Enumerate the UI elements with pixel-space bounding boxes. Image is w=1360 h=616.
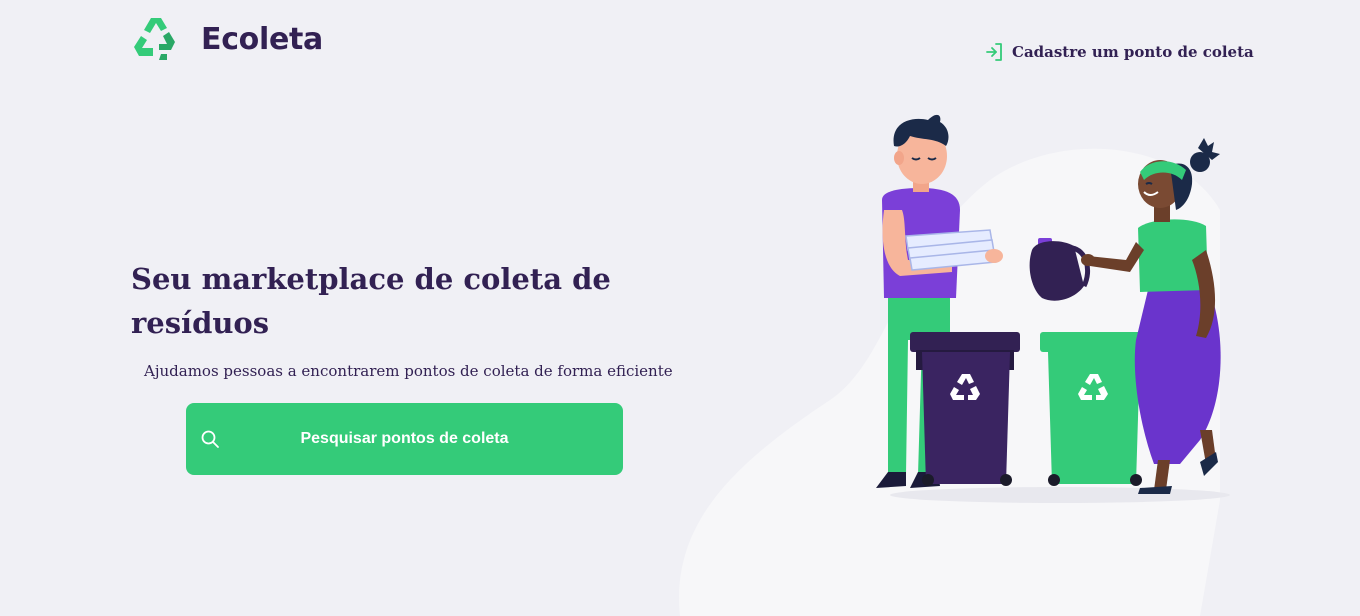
search-points-button[interactable]: Pesquisar pontos de coleta [186, 403, 623, 475]
log-in-icon [986, 43, 1002, 61]
brand-name: Ecoleta [201, 21, 324, 57]
floor-shadow [890, 487, 1230, 503]
green-bin [1040, 332, 1148, 486]
register-link-label: Cadastre um ponto de coleta [1012, 43, 1254, 61]
hero-title: Seu marketplace de coleta de resíduos [131, 262, 611, 340]
recycling-illustration [679, 114, 1230, 616]
register-point-link[interactable]: Cadastre um ponto de coleta [984, 42, 1254, 62]
paper-stack [905, 229, 997, 271]
search-button-label: Pesquisar pontos de coleta [300, 430, 509, 447]
purple-bin [910, 332, 1020, 486]
recycle-icon [134, 18, 175, 60]
hero-subtitle: Ajudamos pessoas a encontrarem pontos de… [144, 362, 673, 380]
search-icon [186, 403, 234, 475]
brand-logo[interactable]: Ecoleta [131, 16, 323, 62]
